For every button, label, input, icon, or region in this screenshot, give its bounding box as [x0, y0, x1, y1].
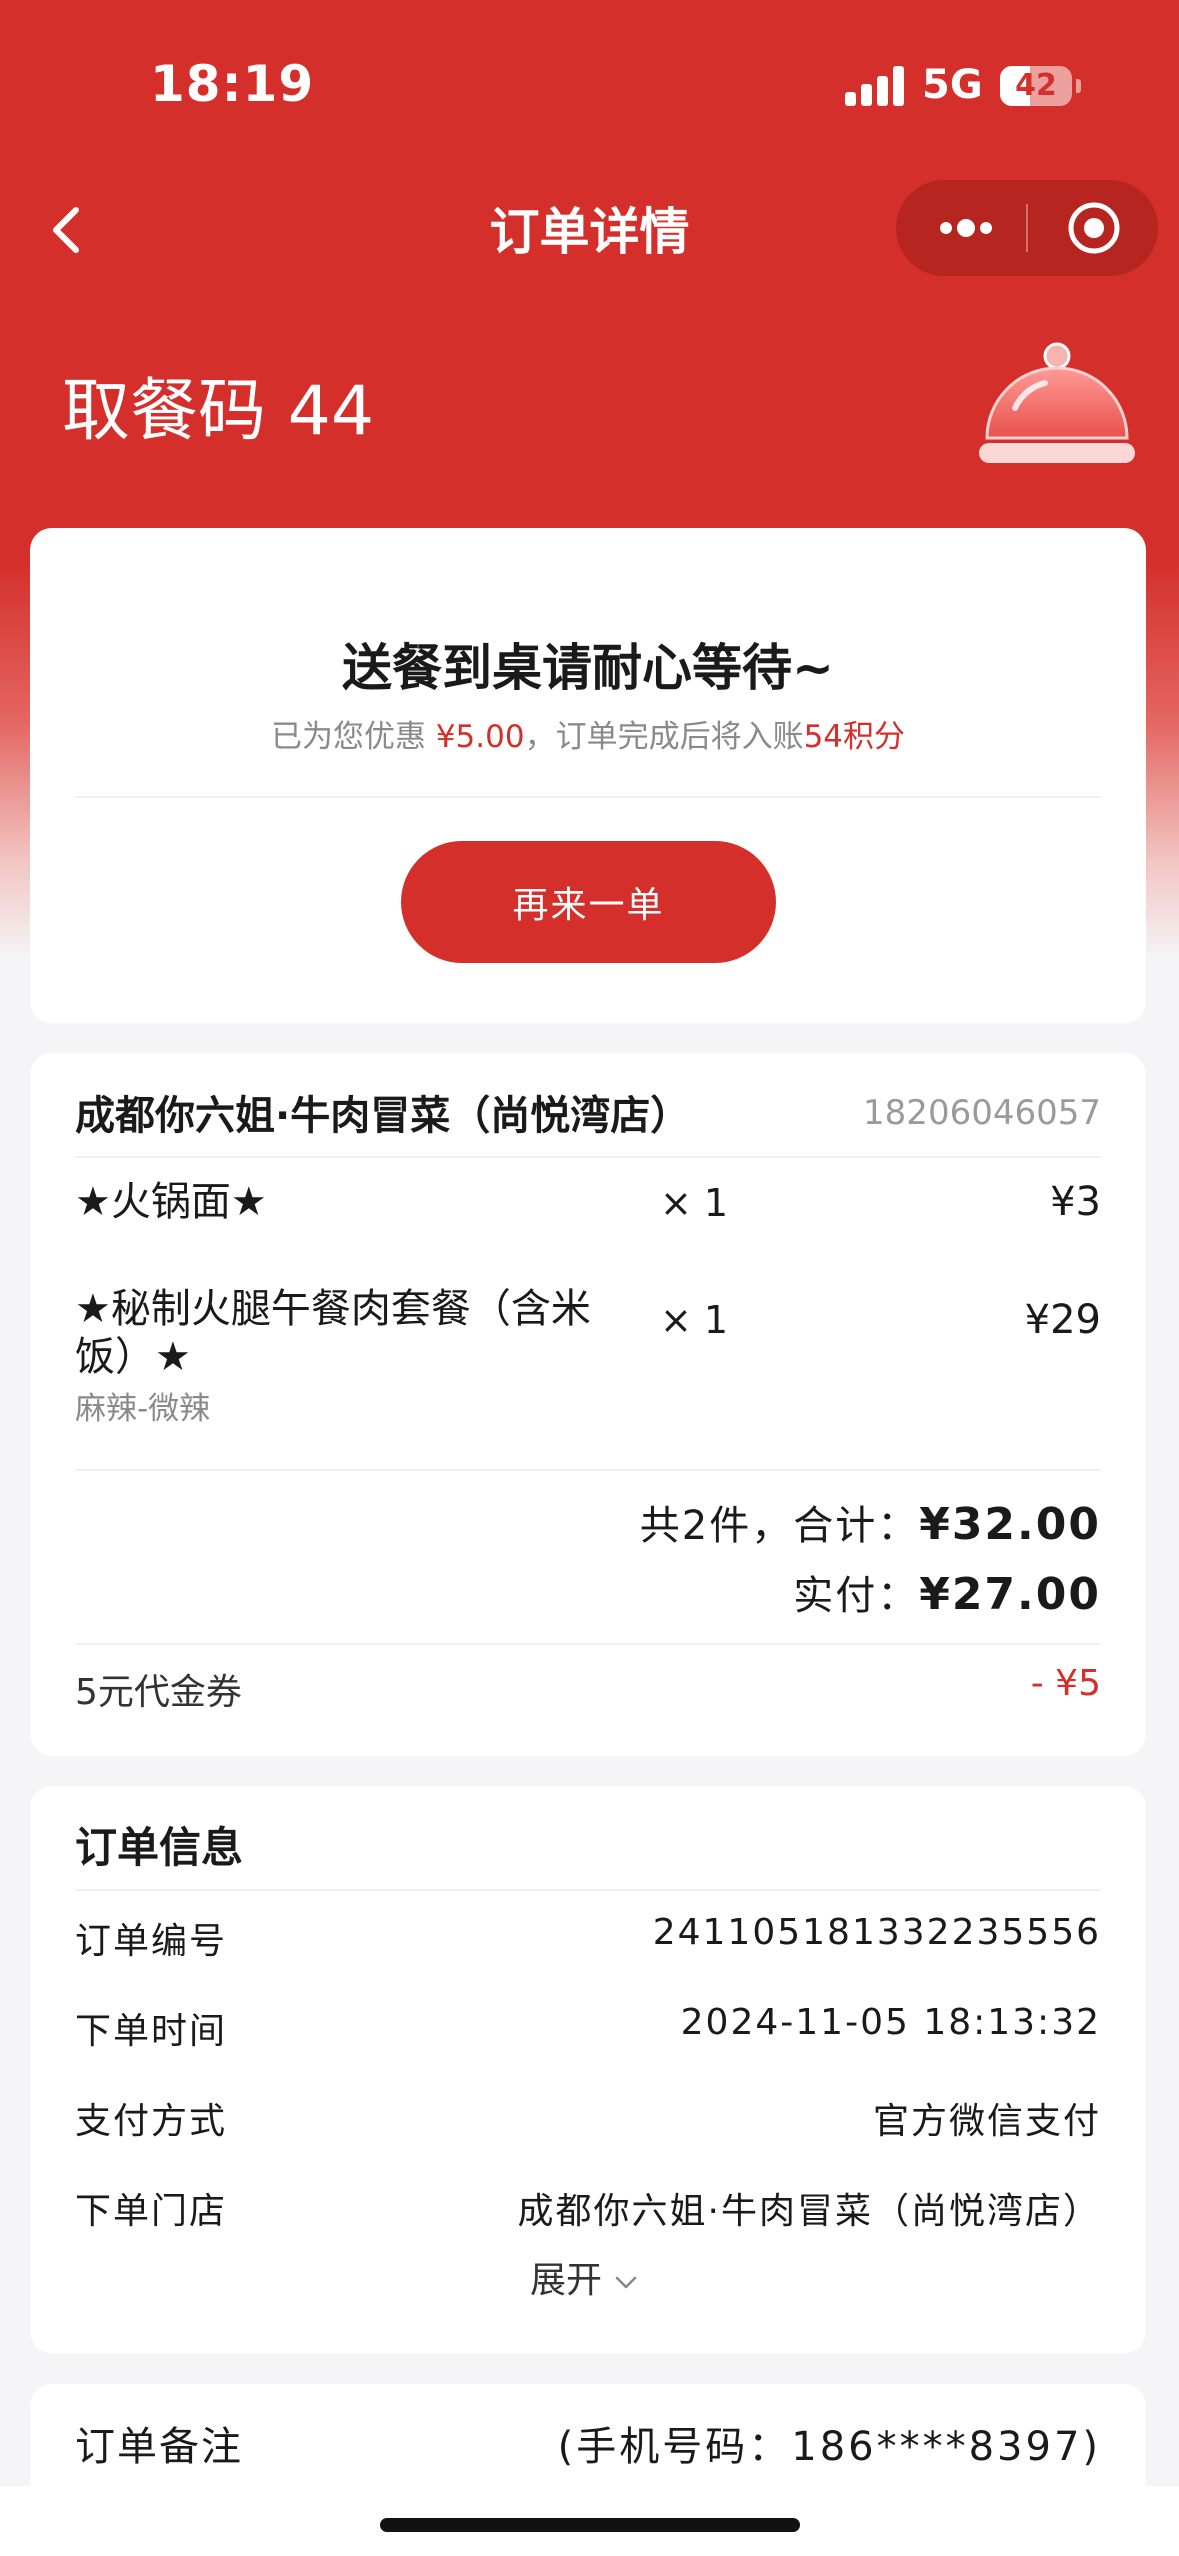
battery-icon: 42 [1000, 66, 1081, 106]
status-title: 送餐到桌请耐心等待~ [342, 639, 834, 697]
miniprogram-close-button[interactable] [1054, 198, 1134, 258]
item-price: ¥29 [1024, 1297, 1101, 1343]
info-label-order-number: 订单编号 [75, 1921, 228, 1962]
expand-button[interactable]: 展开 [530, 2251, 639, 2303]
miniprogram-close-icon [1068, 202, 1120, 254]
network-type: 5G [922, 62, 983, 108]
store-name: 成都你六姐·牛肉冒菜（尚悦湾店） [75, 1093, 691, 1139]
signal-icon [845, 66, 905, 106]
points-earned: 54积分 [803, 719, 906, 755]
store-phone[interactable]: 18206046057 [863, 1093, 1101, 1133]
paid-label: 实付： [793, 1573, 920, 1619]
paid-amount: ¥27.00 [919, 1569, 1101, 1620]
remark-value: (手机号码：186****8397) [557, 2424, 1101, 2470]
cloche-icon [975, 338, 1140, 478]
total-amount: ¥32.00 [919, 1499, 1101, 1550]
more-icon [940, 219, 992, 237]
divider [75, 1156, 1101, 1158]
reorder-button[interactable]: 再来一单 [401, 841, 776, 963]
status-time: 18:19 [150, 55, 315, 113]
info-title: 订单信息 [75, 1823, 244, 1872]
coupon-value: - ¥5 [1030, 1663, 1101, 1704]
home-indicator[interactable] [380, 2518, 800, 2532]
status-sub-middle: ，订单完成后将入账 [524, 719, 804, 755]
item-name: ★秘制火腿午餐肉套餐（含米饭）★ [75, 1286, 591, 1380]
more-button[interactable] [926, 198, 1006, 258]
order-store: 成都你六姐·牛肉冒菜（尚悦湾店） [517, 2191, 1101, 2232]
info-label-payment: 支付方式 [75, 2101, 228, 2142]
payment-method: 官方微信支付 [872, 2101, 1101, 2142]
item-spec: 麻辣-微辣 [75, 1391, 211, 1427]
total-row: 共2件，合计：¥32.00 [640, 1493, 1101, 1551]
status-bar: 18:19 5G 42 [0, 0, 1179, 170]
battery-level: 42 [1015, 68, 1057, 103]
status-sub-prefix: 已为您优惠 [270, 719, 436, 755]
order-status-card: 送餐到桌请耐心等待~ 已为您优惠 ¥5.00，订单完成后将入账54积分 再来一单 [30, 528, 1146, 1023]
item-qty: × 1 [660, 1298, 729, 1342]
item-qty: × 1 [660, 1181, 729, 1225]
status-subtitle: 已为您优惠 ¥5.00，订单完成后将入账54积分 [30, 711, 1146, 756]
order-info-card: 订单信息 订单编号 241105181332235556 下单时间 2024-1… [30, 1786, 1146, 2353]
item-name: ★火锅面★ [75, 1179, 267, 1225]
divider [75, 796, 1101, 798]
paid-row: 实付：¥27.00 [793, 1563, 1101, 1621]
expand-label: 展开 [530, 2260, 603, 2301]
divider [75, 1469, 1101, 1471]
total-label: 共2件，合计： [639, 1503, 920, 1549]
order-time: 2024-11-05 18:13:32 [680, 2002, 1101, 2043]
divider [75, 1889, 1101, 1891]
pickup-code: 取餐码 44 [62, 372, 375, 451]
order-items-card: 成都你六姐·牛肉冒菜（尚悦湾店） 18206046057 ★火锅面★ × 1 ¥… [30, 1053, 1146, 1756]
info-label-order-time: 下单时间 [75, 2011, 228, 2052]
miniprogram-capsule [896, 180, 1158, 276]
discount-amount: ¥5.00 [435, 719, 525, 755]
order-number: 241105181332235556 [652, 1912, 1101, 1953]
divider [75, 1643, 1101, 1645]
chevron-down-icon [616, 2276, 637, 2289]
remark-label: 订单备注 [75, 2424, 243, 2470]
coupon-label: 5元代金券 [75, 1672, 242, 1713]
info-label-store: 下单门店 [75, 2191, 228, 2232]
item-price: ¥3 [1050, 1179, 1101, 1225]
